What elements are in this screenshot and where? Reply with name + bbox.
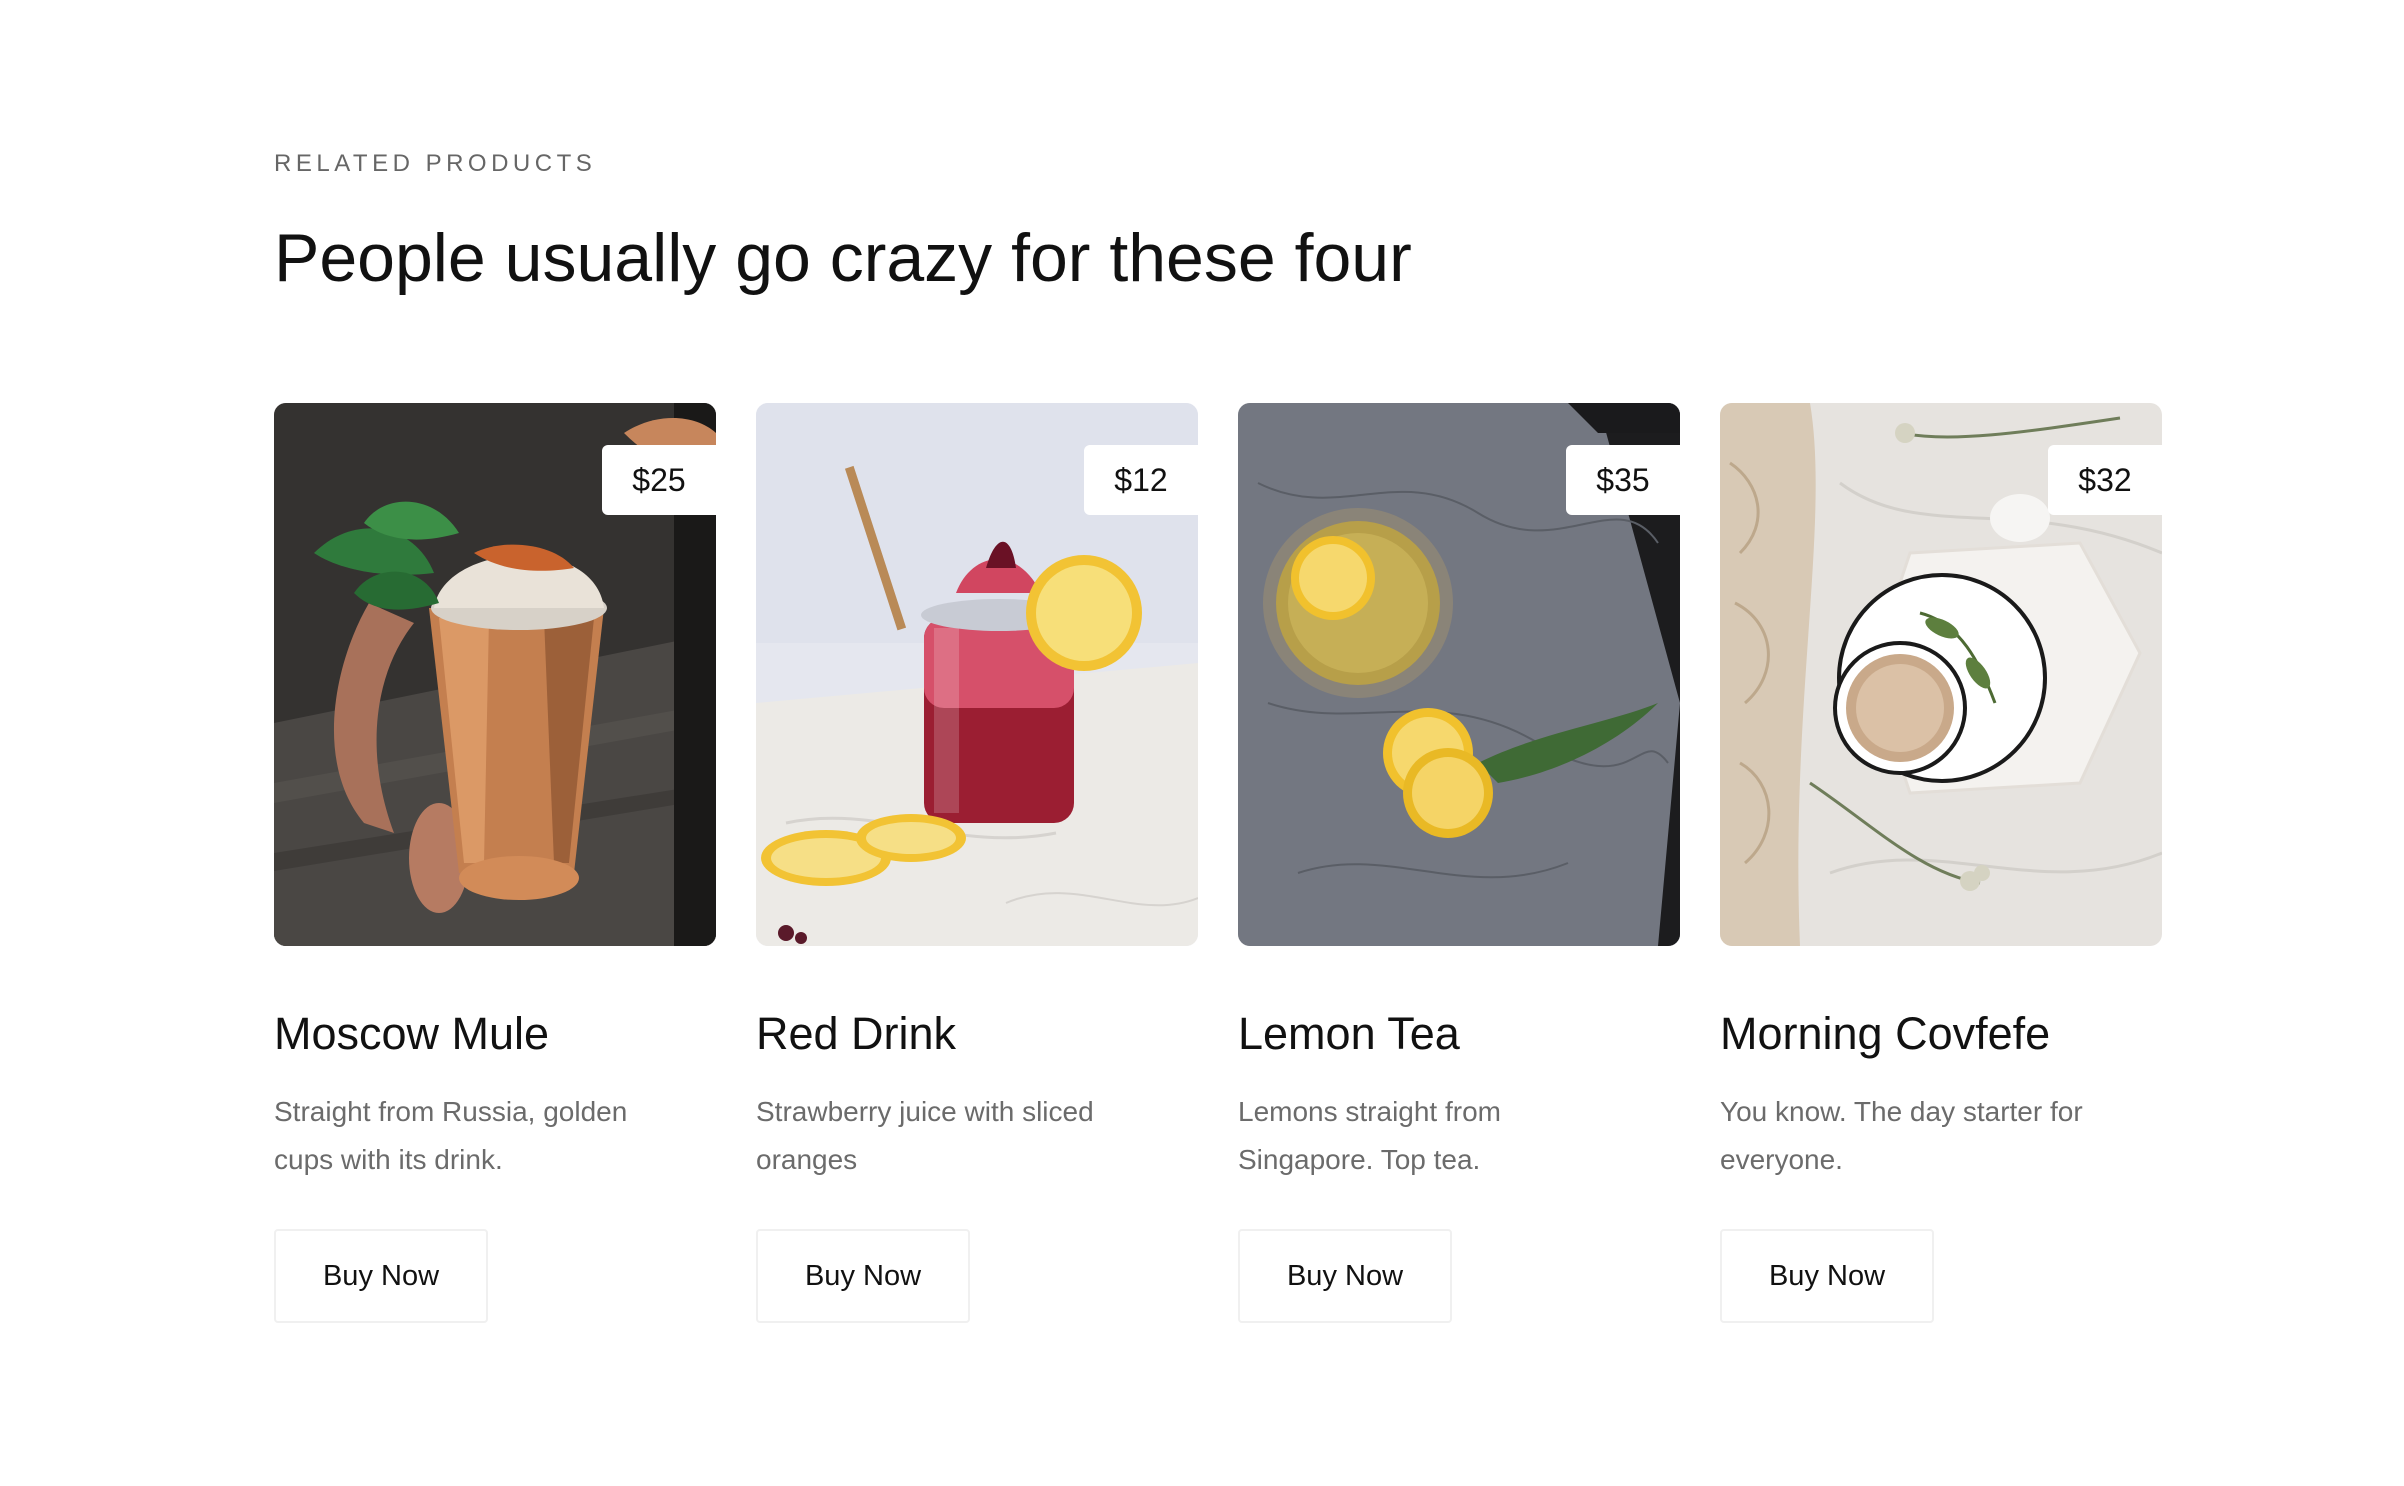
buy-now-button[interactable]: Buy Now (274, 1229, 488, 1323)
product-title[interactable]: Red Drink (756, 1007, 956, 1061)
product-card: $35 Lemon Tea Lemons straight from Singa… (1238, 403, 1680, 1323)
price-tag: $35 (1566, 445, 1680, 515)
related-products-section: RELATED PRODUCTS People usually go crazy… (274, 0, 2164, 1486)
buy-now-button[interactable]: Buy Now (756, 1229, 970, 1323)
price-tag: $12 (1084, 445, 1198, 515)
price-tag: $25 (602, 445, 716, 515)
product-title[interactable]: Morning Covfefe (1720, 1007, 2050, 1061)
buy-now-button[interactable]: Buy Now (1720, 1229, 1934, 1323)
product-grid: $25 Moscow Mule Straight from Russia, go… (274, 403, 2164, 1323)
product-card: $12 Red Drink Strawberry juice with slic… (756, 403, 1198, 1323)
product-card: $25 Moscow Mule Straight from Russia, go… (274, 403, 716, 1323)
product-description: Lemons straight from Singapore. Top tea. (1238, 1096, 1501, 1175)
product-image[interactable]: $25 (274, 403, 716, 946)
product-image[interactable]: $32 (1720, 403, 2162, 946)
product-image[interactable]: $12 (756, 403, 1198, 946)
product-description: Straight from Russia, golden cups with i… (274, 1096, 628, 1175)
product-title[interactable]: Moscow Mule (274, 1007, 549, 1061)
product-image[interactable]: $35 (1238, 403, 1680, 946)
product-description: Strawberry juice with sliced oranges (756, 1096, 1094, 1175)
price-tag: $32 (2048, 445, 2162, 515)
buy-now-button[interactable]: Buy Now (1238, 1229, 1452, 1323)
product-card: $32 Morning Covfefe You know. The day st… (1720, 403, 2162, 1323)
section-headline: People usually go crazy for these four (274, 220, 1412, 296)
product-title[interactable]: Lemon Tea (1238, 1007, 1460, 1061)
section-eyebrow: RELATED PRODUCTS (274, 150, 597, 177)
product-description: You know. The day starter for everyone. (1720, 1096, 2083, 1175)
